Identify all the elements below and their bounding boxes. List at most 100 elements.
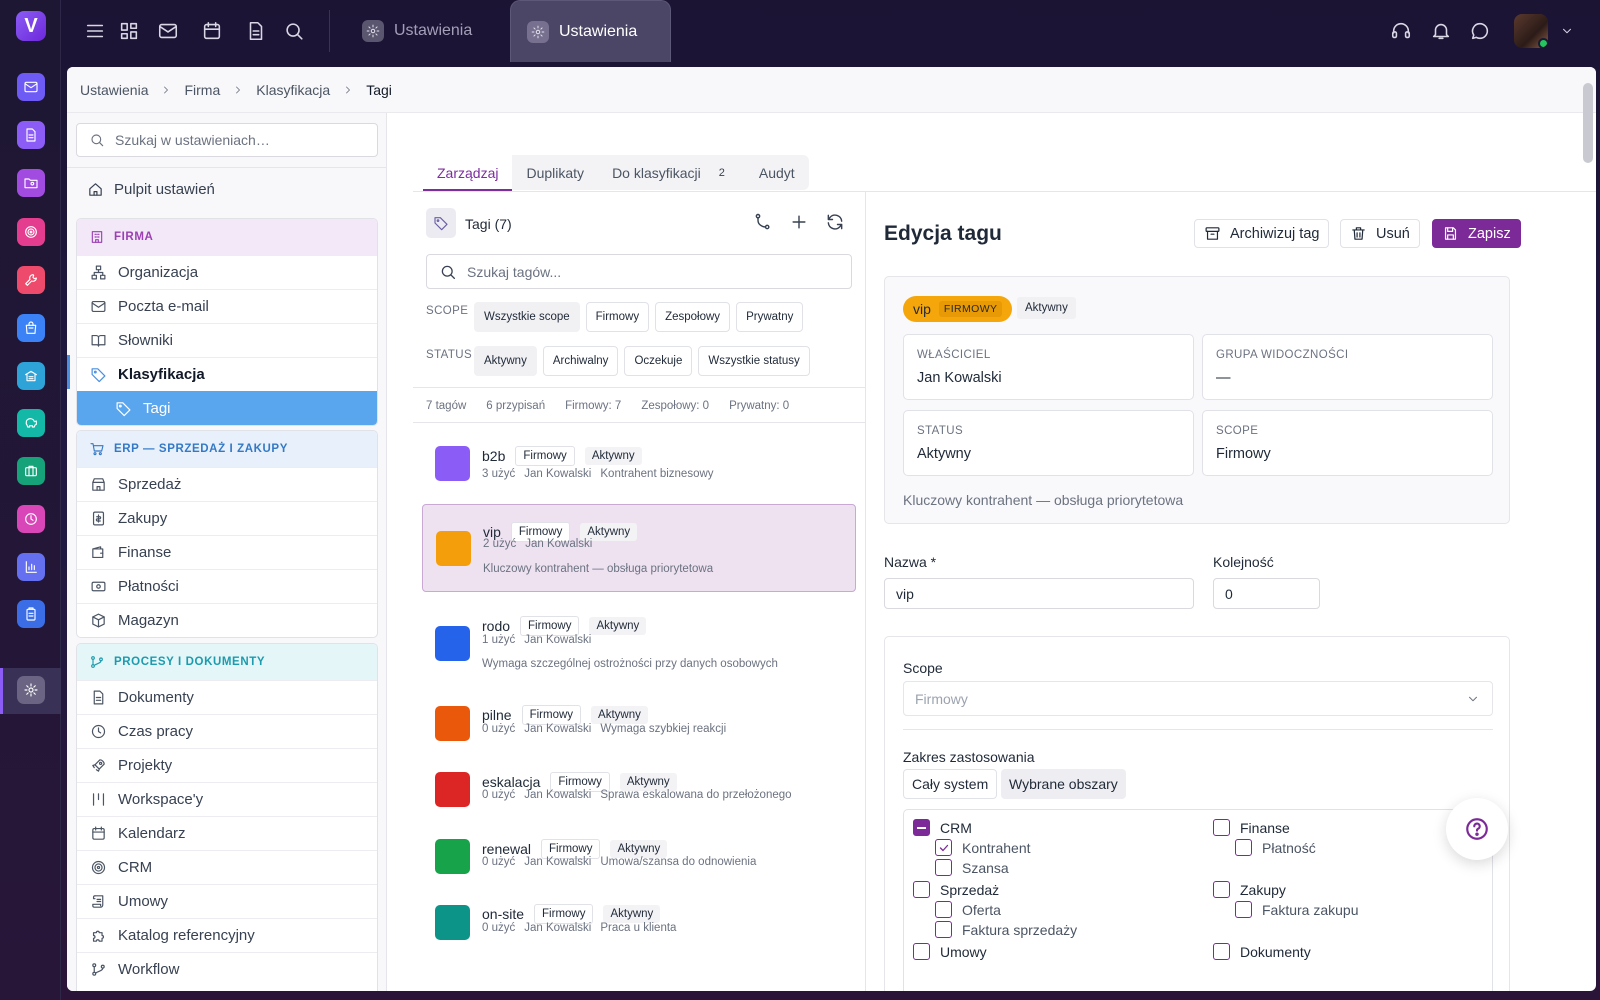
order-field[interactable]: 0 — [1213, 578, 1320, 609]
tab-audyt[interactable]: Audyt — [745, 155, 809, 190]
tag-list-item[interactable]: pilne Firmowy Aktywny 0 użyć Jan Kowalski Wym… — [422, 696, 856, 756]
sidebar-item-klasyfikacja[interactable]: Klasyfikacja — [77, 357, 377, 391]
breadcrumb-item[interactable]: Ustawienia — [80, 82, 148, 98]
menu-icon[interactable] — [84, 20, 106, 42]
checkbox-faktura-zakupu[interactable]: Faktura zakupu — [1235, 901, 1359, 918]
checkbox-dokumenty[interactable]: Dokumenty — [1213, 943, 1311, 960]
tag-list-item[interactable]: eskalacja Firmowy Aktywny 0 użyć Jan Kowalsk… — [422, 762, 856, 822]
sidebar-item-dokumenty[interactable]: Dokumenty — [77, 680, 377, 714]
mail-icon[interactable] — [157, 20, 179, 42]
calendar-icon[interactable] — [201, 20, 223, 42]
window-tab[interactable]: Ustawienia — [346, 0, 496, 62]
delete-button[interactable]: Usuń — [1340, 219, 1420, 248]
sidebar-item-crm[interactable]: CRM — [77, 850, 377, 884]
selection-indicator — [67, 355, 70, 389]
rail-briefcase-button[interactable] — [17, 457, 45, 485]
tab-duplikaty[interactable]: Duplikaty — [512, 155, 598, 190]
grid-icon[interactable] — [118, 20, 140, 42]
rail-building-button[interactable] — [17, 362, 45, 390]
chevron-down-icon[interactable] — [1560, 24, 1574, 38]
checkbox-szansa[interactable]: Szansa — [935, 859, 1009, 876]
tag-list-item[interactable]: on-site Firmowy Aktywny 0 użyć Jan Kowalski P… — [422, 895, 856, 955]
checkbox-oferta[interactable]: Oferta — [935, 901, 1001, 918]
checkbox-zakupy[interactable]: Zakupy — [1213, 881, 1286, 898]
rail-target-button[interactable] — [17, 218, 45, 246]
add-icon[interactable] — [789, 212, 809, 232]
avatar[interactable] — [1514, 14, 1548, 48]
settings-search-input[interactable]: Szukaj w ustawieniach… — [76, 123, 378, 157]
range-option-whole-system[interactable]: Cały system — [903, 769, 998, 799]
checkbox-crm[interactable]: CRM — [913, 819, 972, 836]
filter-chip[interactable]: Aktywny — [474, 346, 537, 376]
filter-chip[interactable]: Wszystkie statusy — [698, 346, 810, 376]
sidebar-item-kalendarz[interactable]: Kalendarz — [77, 816, 377, 850]
sidebar-item-zakupy[interactable]: Zakupy — [77, 501, 377, 535]
name-field[interactable]: vip — [884, 578, 1194, 609]
rail-chart-button[interactable] — [17, 553, 45, 581]
app-logo[interactable]: V — [16, 11, 46, 41]
rail-mail-button[interactable] — [17, 73, 45, 101]
checkbox-umowy[interactable]: Umowy — [913, 943, 987, 960]
sidebar-group-header[interactable]: PROCESY I DOKUMENTY — [77, 644, 377, 680]
sidebar-item-workspace[interactable]: Workspace'y — [77, 782, 377, 816]
checkbox-platnosc[interactable]: Płatność — [1235, 839, 1316, 856]
headset-icon[interactable] — [1390, 20, 1412, 42]
document-icon[interactable] — [245, 20, 267, 42]
sidebar-item-projekty[interactable]: Projekty — [77, 748, 377, 782]
search-icon[interactable] — [283, 20, 305, 42]
sidebar-item-poczta[interactable]: Poczta e-mail — [77, 289, 377, 323]
filter-chip[interactable]: Archiwalny — [542, 346, 619, 376]
rail-gear-button[interactable] — [17, 676, 45, 704]
tag-list-item[interactable]: b2b Firmowy Aktywny 3 użyć Jan Kowalski Kontr… — [422, 438, 856, 494]
breadcrumb-item[interactable]: Firma — [184, 82, 220, 98]
rail-clipboard-button[interactable] — [17, 600, 45, 628]
refresh-icon[interactable] — [825, 212, 845, 232]
help-button[interactable] — [1446, 798, 1508, 860]
sidebar-item-czas-pracy[interactable]: Czas pracy — [77, 714, 377, 748]
filter-chip[interactable]: Firmowy — [585, 302, 650, 332]
sidebar-item-finanse[interactable]: Finanse — [77, 535, 377, 569]
tab-do-klasyfikacji[interactable]: Do klasyfikacji 2 — [598, 155, 745, 190]
sidebar-item-platnosci[interactable]: Płatności — [77, 569, 377, 603]
sidebar-item-dashboard[interactable]: Pulpit ustawień — [87, 181, 215, 198]
rail-folder-user-button[interactable] — [17, 169, 45, 197]
tag-search-input[interactable]: Szukaj tagów... — [426, 254, 852, 289]
checkbox-kontrahent[interactable]: Kontrahent — [935, 839, 1031, 856]
sidebar-item-katalog[interactable]: Katalog referencyjny — [77, 918, 377, 952]
sidebar-group-header[interactable]: ERP — SPRZEDAŻ I ZAKUPY — [77, 431, 377, 467]
breadcrumb-item[interactable]: Klasyfikacja — [256, 82, 330, 98]
archive-button[interactable]: Archiwizuj tag — [1194, 219, 1330, 248]
filter-chip[interactable]: Oczekuje — [624, 346, 693, 376]
rail-piggy-bank-button[interactable] — [17, 409, 45, 437]
scope-select[interactable]: Firmowy — [903, 681, 1493, 716]
checkbox-finanse[interactable]: Finanse — [1213, 819, 1290, 836]
briefcase-icon — [25, 465, 37, 477]
chat-icon[interactable] — [1469, 20, 1491, 42]
filter-chip[interactable]: Prywatny — [736, 302, 804, 332]
tag-list-item[interactable]: vip Firmowy Aktywny 2 użyć Jan Kowalski Klucz… — [422, 504, 856, 592]
sidebar-item-slowniki[interactable]: Słowniki — [77, 323, 377, 357]
checkbox-faktura-sprzedazy[interactable]: Faktura sprzedaży — [935, 921, 1077, 938]
sidebar-group-header[interactable]: FIRMA — [77, 219, 377, 255]
checkbox-sprzedaz[interactable]: Sprzedaż — [913, 881, 999, 898]
filter-chip[interactable]: Wszystkie scope — [474, 302, 580, 332]
range-option-selected-areas[interactable]: Wybrane obszary — [1001, 769, 1126, 799]
rail-document-button[interactable] — [17, 121, 45, 149]
sidebar-item-umowy[interactable]: Umowy — [77, 884, 377, 918]
sidebar-item-workflow[interactable]: Workflow — [77, 952, 377, 986]
rail-clock-button[interactable] — [17, 505, 45, 533]
bell-icon[interactable] — [1430, 20, 1452, 42]
sidebar-item-magazyn[interactable]: Magazyn — [77, 603, 377, 637]
sidebar-item-organizacja[interactable]: Organizacja — [77, 255, 377, 289]
tag-list-item[interactable]: rodo Firmowy Aktywny 1 użyć Jan Kowalski Wyma… — [422, 606, 856, 694]
merge-icon[interactable] — [753, 212, 773, 232]
sidebar-item-sprzedaz[interactable]: Sprzedaż — [77, 467, 377, 501]
tag-list-item[interactable]: renewal Firmowy Aktywny 0 użyć Jan Kowalski U… — [422, 829, 856, 889]
sidebar-item-tagi[interactable]: Tagi — [77, 391, 377, 425]
save-button[interactable]: Zapisz — [1432, 219, 1521, 248]
rail-wrench-button[interactable] — [17, 266, 45, 294]
window-tab-active[interactable]: Ustawienia — [510, 0, 671, 62]
filter-chip[interactable]: Zespołowy — [655, 302, 731, 332]
rail-bag-button[interactable] — [17, 314, 45, 342]
tab-zarzadzaj[interactable]: Zarządzaj — [423, 155, 513, 191]
